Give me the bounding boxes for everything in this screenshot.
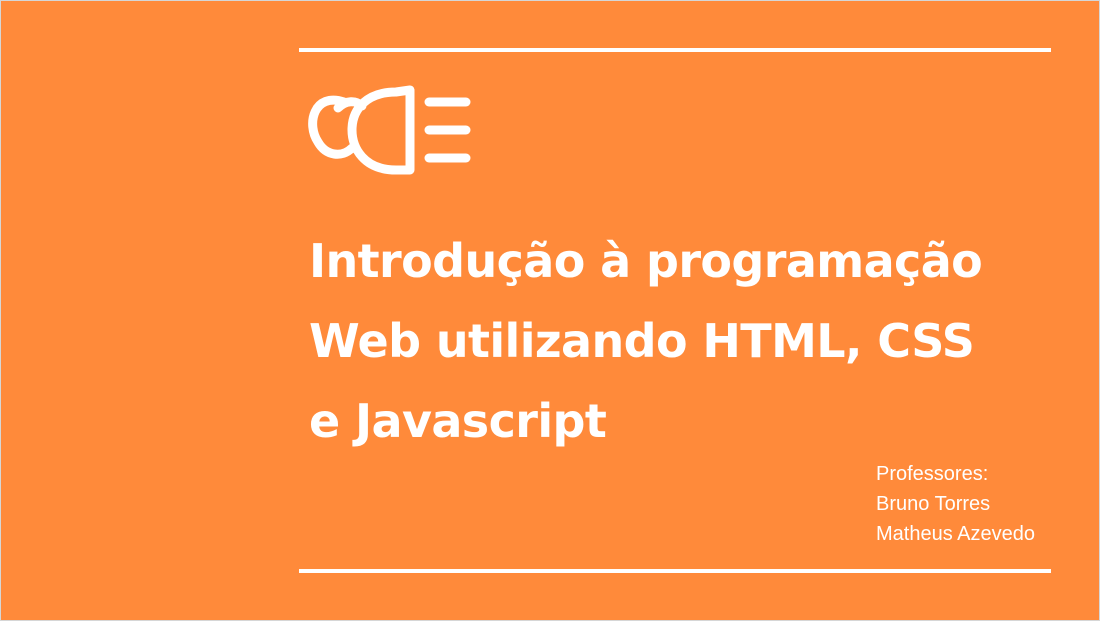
title-line: Introdução à programação: [309, 234, 983, 288]
title-line: e Javascript: [309, 394, 607, 448]
credit-name: Bruno Torres: [876, 493, 991, 515]
bottom-divider: [299, 569, 1051, 573]
title-slide: Introdução à programação Web utilizando …: [0, 0, 1100, 621]
credits-heading: Professores:: [876, 463, 989, 485]
credits-block: Professores: Bruno Torres Matheus Azeved…: [876, 459, 1035, 549]
top-divider: [299, 48, 1051, 52]
credit-name: Matheus Azevedo: [876, 523, 1035, 545]
slide-title: Introdução à programação Web utilizando …: [309, 221, 1089, 461]
code-editor-logo-icon: [308, 85, 471, 175]
title-line: Web utilizando HTML, CSS: [309, 314, 975, 368]
